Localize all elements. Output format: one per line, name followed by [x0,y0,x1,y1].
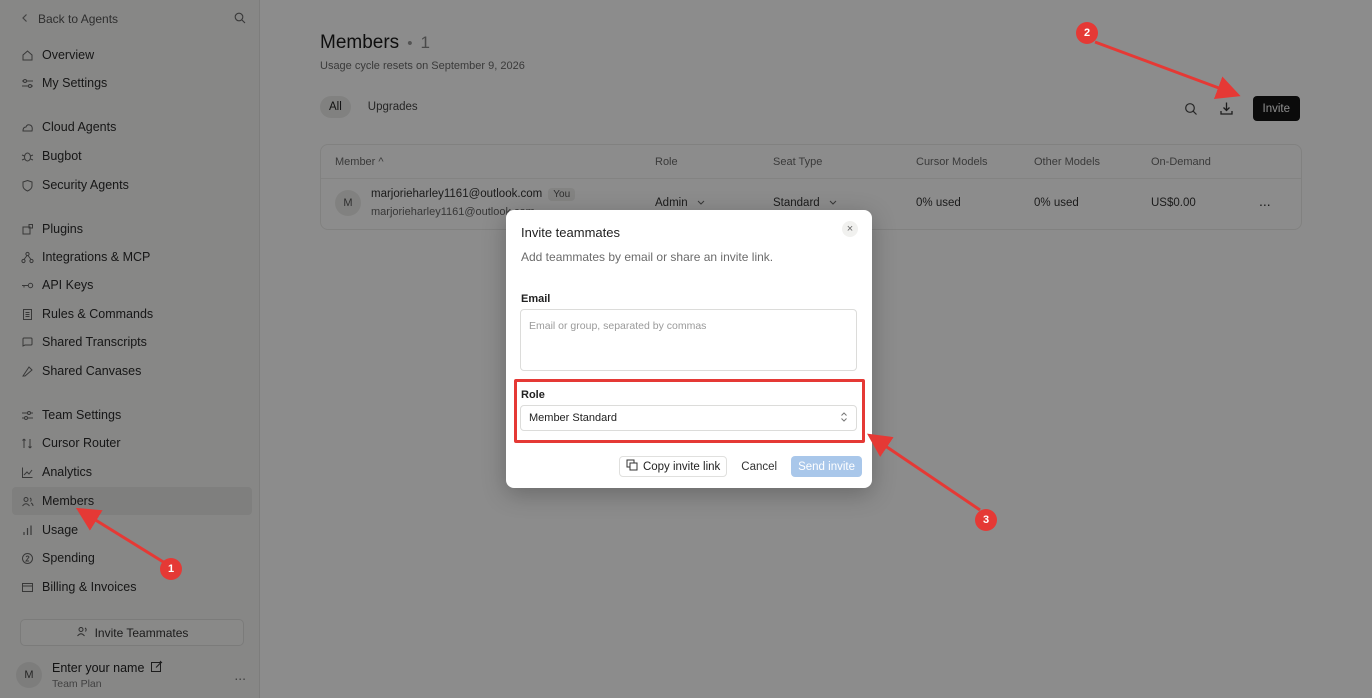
invite-teammates-dialog: Invite teammates × Add teammates by emai… [506,210,872,488]
email-label: Email [521,293,551,305]
role-highlight-box [514,379,865,443]
copy-icon [626,459,638,474]
send-invite-button[interactable]: Send invite [791,456,862,477]
copy-invite-link-button[interactable]: Copy invite link [618,456,728,477]
step-badge-1: 1 [160,558,182,580]
dialog-description: Add teammates by email or share an invit… [521,250,774,264]
dialog-footer: Copy invite link Cancel Send invite [618,456,862,477]
close-icon[interactable]: × [842,221,858,237]
step-badge-2: 2 [1076,22,1098,44]
cancel-button[interactable]: Cancel [737,456,781,477]
email-field[interactable] [520,309,857,371]
step-badge-3: 3 [975,509,997,531]
dialog-title: Invite teammates [521,225,620,240]
copy-invite-link-label: Copy invite link [642,460,721,473]
